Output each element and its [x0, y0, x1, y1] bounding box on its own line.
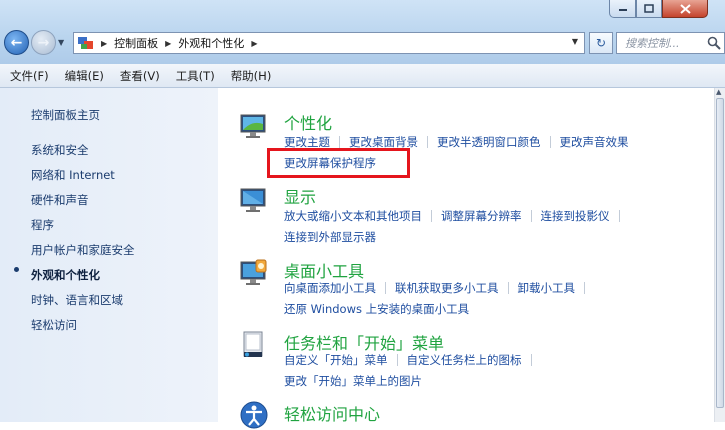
recent-pages-dropdown-icon[interactable]: ▼ — [58, 38, 64, 47]
category-title-display[interactable]: 显示 — [284, 184, 316, 208]
forward-button[interactable]: → — [31, 30, 56, 55]
back-arrow-icon: ← — [10, 34, 23, 51]
gadgets-task-row: 向桌面添加小工具 联机获取更多小工具 卸载小工具 — [284, 280, 594, 296]
refresh-icon: ↻ — [595, 36, 607, 50]
task-change-start-picture[interactable]: 更改「开始」菜单上的图片 — [284, 373, 422, 389]
divider — [427, 136, 428, 148]
sidebar-item-home[interactable]: 控制面板主页 — [31, 107, 100, 123]
display-icon — [240, 188, 266, 212]
ease-of-access-icon — [240, 401, 268, 429]
sidebar-item-hardware-sound[interactable]: 硬件和声音 — [31, 192, 89, 208]
personalization-icon — [240, 114, 266, 138]
breadcrumb-separator-icon[interactable]: ▶ — [165, 39, 171, 48]
search-input[interactable] — [623, 35, 707, 51]
taskbar-task-row: 自定义「开始」菜单 自定义任务栏上的图标 — [284, 352, 541, 368]
menu-bar: 文件(F) 编辑(E) 查看(V) 工具(T) 帮助(H) — [0, 64, 725, 88]
task-enlarge-text[interactable]: 放大或缩小文本和其他项目 — [284, 208, 422, 224]
sidebar-item-network[interactable]: 网络和 Internet — [31, 167, 115, 183]
task-customize-start-menu[interactable]: 自定义「开始」菜单 — [284, 352, 388, 368]
main-content: 个性化 更改主题 更改桌面背景 更改半透明窗口颜色 更改声音效果 更改屏幕保护程… — [218, 88, 714, 429]
task-get-more-gadgets[interactable]: 联机获取更多小工具 — [395, 280, 499, 296]
menu-file[interactable]: 文件(F) — [0, 68, 57, 84]
menu-help[interactable]: 帮助(H) — [223, 68, 280, 84]
divider — [339, 136, 340, 148]
gadgets-task-row-2: 还原 Windows 上安装的桌面小工具 — [284, 301, 469, 317]
task-add-gadgets[interactable]: 向桌面添加小工具 — [284, 280, 376, 296]
maximize-icon — [644, 4, 654, 13]
close-button[interactable] — [662, 0, 708, 18]
sidebar: 控制面板主页 系统和安全 网络和 Internet 硬件和声音 程序 用户帐户和… — [0, 88, 218, 422]
sidebar-item-clock-language[interactable]: 时钟、语言和区域 — [31, 292, 123, 308]
category-title-ease-of-access[interactable]: 轻松访问中心 — [284, 401, 380, 425]
address-bar[interactable]: ▶ 控制面板 ▶ 外观和个性化 ▶ ▼ — [73, 32, 585, 54]
address-dropdown-icon[interactable]: ▼ — [572, 37, 578, 46]
divider — [385, 282, 386, 294]
close-icon — [679, 3, 691, 14]
task-customize-taskbar-icons[interactable]: 自定义任务栏上的图标 — [407, 352, 522, 368]
sidebar-item-user-accounts[interactable]: 用户帐户和家庭安全 — [31, 242, 135, 258]
breadcrumb-appearance[interactable]: 外观和个性化 — [178, 35, 244, 51]
scrollbar-thumb[interactable] — [716, 98, 724, 408]
breadcrumb-separator-icon[interactable]: ▶ — [101, 39, 107, 48]
sidebar-item-appearance: 外观和个性化 — [31, 268, 100, 282]
back-button[interactable]: ← — [4, 30, 29, 55]
current-item-bullet-icon — [14, 267, 19, 272]
divider — [530, 354, 532, 366]
divider — [396, 354, 398, 366]
task-connect-external-display[interactable]: 连接到外部显示器 — [284, 229, 376, 245]
divider — [549, 136, 551, 148]
taskbar-task-row-2: 更改「开始」菜单上的图片 — [284, 373, 422, 389]
taskbar-icon — [243, 331, 263, 357]
task-uninstall-gadget[interactable]: 卸载小工具 — [518, 280, 576, 296]
divider — [507, 282, 509, 294]
menu-edit[interactable]: 编辑(E) — [57, 68, 112, 84]
divider — [618, 210, 620, 222]
gadgets-icon — [240, 259, 267, 285]
task-restore-gadgets[interactable]: 还原 Windows 上安装的桌面小工具 — [284, 301, 469, 317]
category-title-taskbar[interactable]: 任务栏和「开始」菜单 — [284, 330, 444, 354]
divider — [530, 210, 532, 222]
minimize-button[interactable] — [609, 0, 636, 18]
sidebar-item-system-security[interactable]: 系统和安全 — [31, 142, 89, 158]
sidebar-item-ease-of-access[interactable]: 轻松访问 — [31, 317, 77, 333]
scroll-up-icon[interactable]: ▲ — [716, 88, 721, 96]
refresh-button[interactable]: ↻ — [589, 32, 613, 54]
search-box[interactable] — [616, 32, 725, 54]
category-title-gadgets[interactable]: 桌面小工具 — [284, 258, 364, 282]
search-icon — [707, 36, 721, 50]
display-task-row: 放大或缩小文本和其他项目 调整屏幕分辨率 连接到投影仪 — [284, 208, 629, 224]
display-task-row-2: 连接到外部显示器 — [284, 229, 376, 245]
minimize-icon — [618, 8, 627, 11]
breadcrumb-control-panel[interactable]: 控制面板 — [114, 35, 158, 51]
task-change-window-color[interactable]: 更改半透明窗口颜色 — [437, 134, 541, 150]
control-panel-icon — [78, 36, 94, 50]
task-change-sounds[interactable]: 更改声音效果 — [560, 134, 629, 150]
maximize-button[interactable] — [636, 0, 662, 18]
caption-buttons — [609, 0, 719, 20]
vertical-scrollbar[interactable]: ▲ — [714, 88, 725, 422]
task-adjust-resolution[interactable]: 调整屏幕分辨率 — [441, 208, 522, 224]
forward-arrow-icon: → — [37, 34, 50, 51]
title-bar: ← → ▼ ▶ 控制面板 ▶ 外观和个性化 ▶ ▼ ↻ — [0, 0, 725, 64]
highlight-box — [267, 148, 410, 178]
task-connect-projector[interactable]: 连接到投影仪 — [541, 208, 610, 224]
breadcrumb-separator-icon[interactable]: ▶ — [251, 39, 257, 48]
divider — [431, 210, 432, 222]
menu-view[interactable]: 查看(V) — [112, 68, 168, 84]
category-title-personalization[interactable]: 个性化 — [284, 110, 332, 134]
divider — [584, 282, 585, 294]
menu-tools[interactable]: 工具(T) — [168, 68, 223, 84]
sidebar-item-programs[interactable]: 程序 — [31, 217, 54, 233]
navigation-buttons: ← → ▼ — [4, 30, 64, 55]
